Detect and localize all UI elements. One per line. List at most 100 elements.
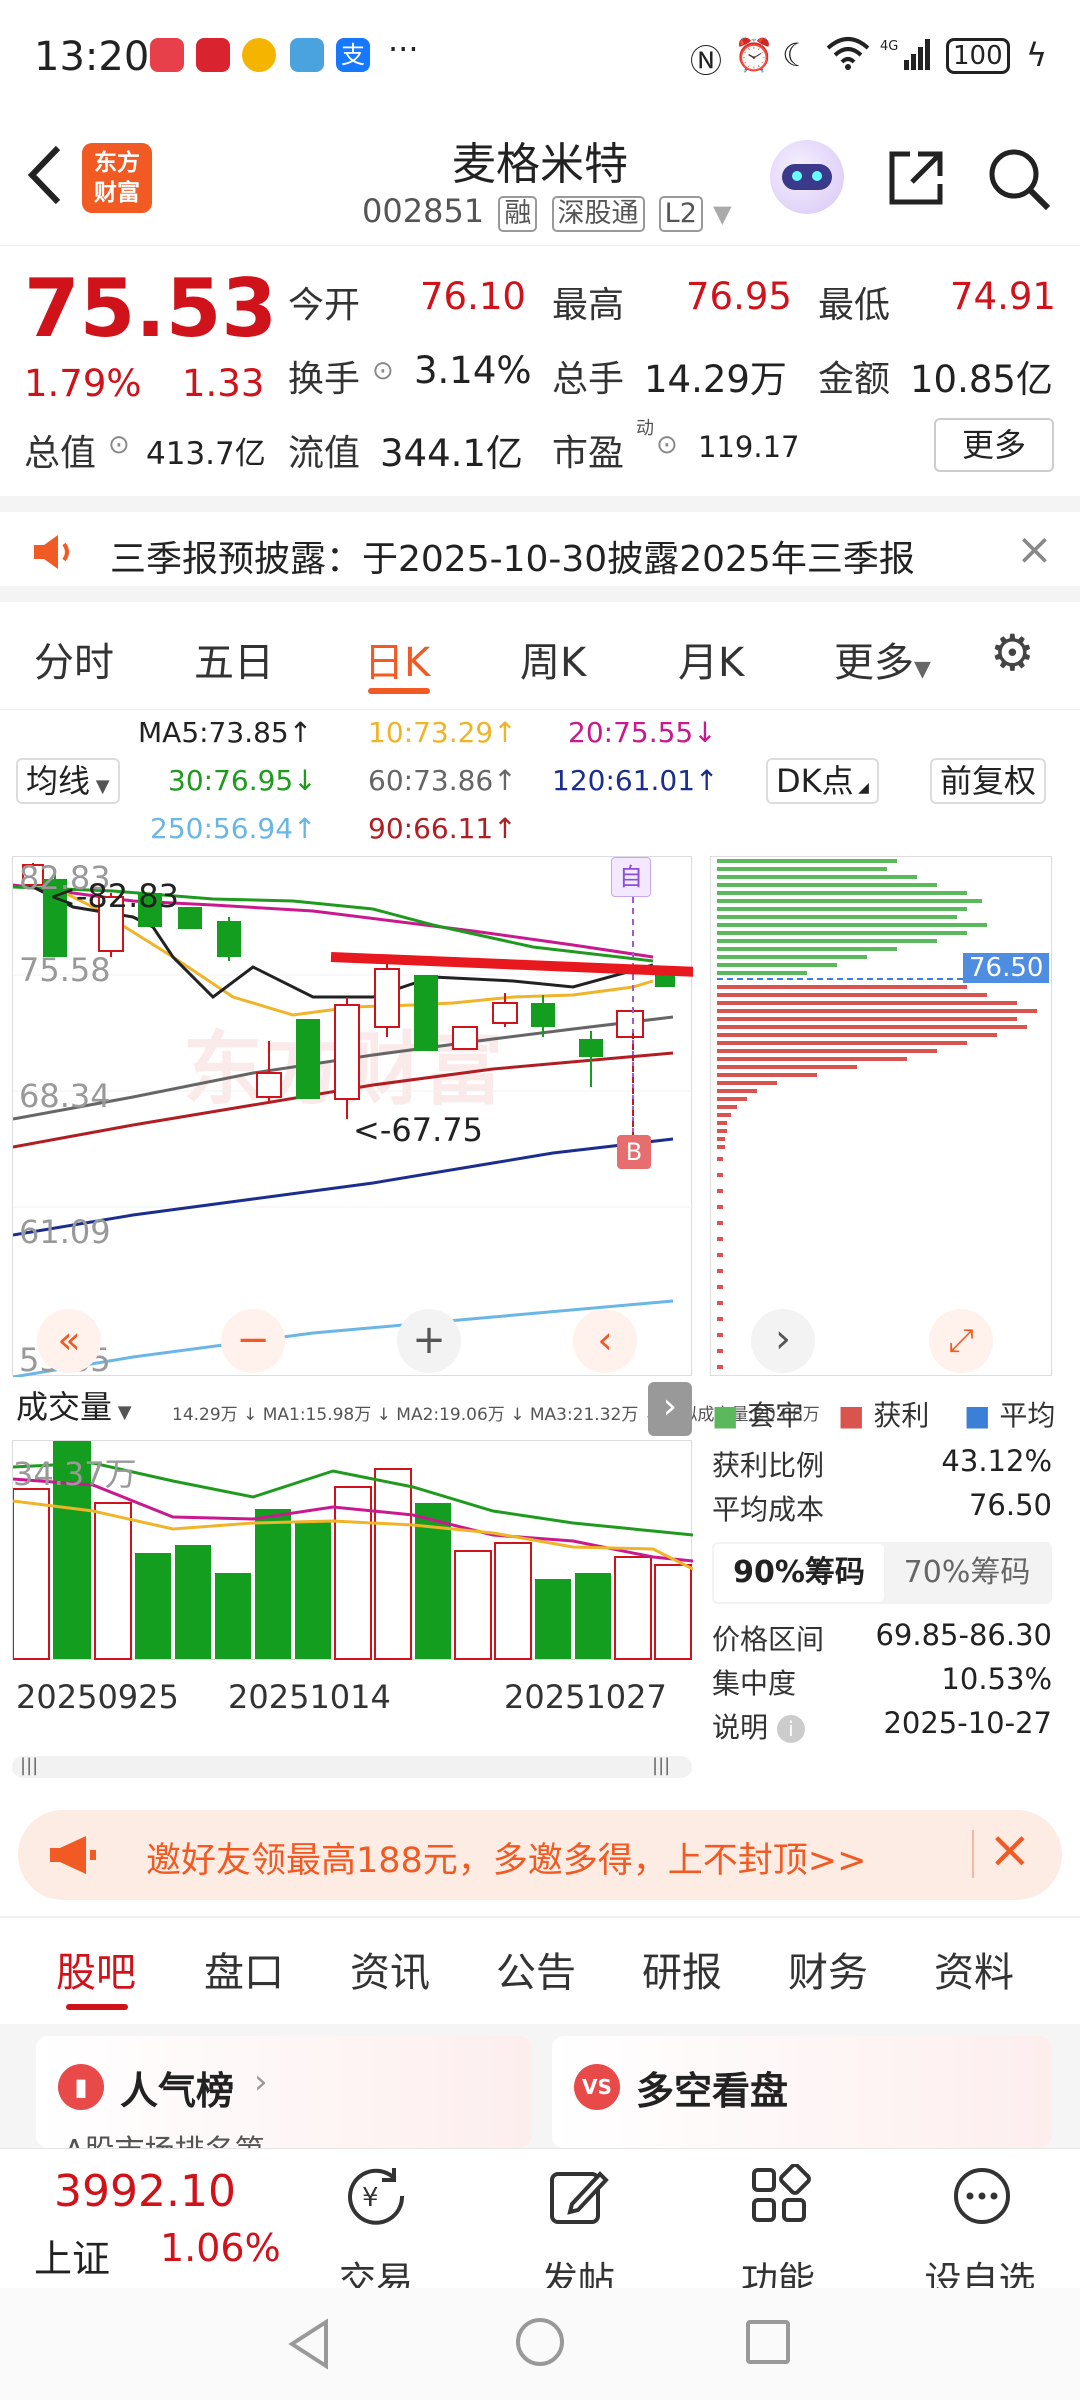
scroll-right-button[interactable]: ›: [751, 1309, 815, 1373]
chevron-down-icon: ▼: [713, 200, 732, 228]
y-tick: 61.09: [19, 1213, 111, 1251]
concentration-label: 集中度: [712, 1667, 797, 1700]
index-name[interactable]: 上证: [34, 2228, 110, 2283]
close-icon[interactable]: ×: [988, 1820, 1032, 1880]
ma10-indicator: 10:73.29↑: [368, 716, 517, 749]
scroll-left-button[interactable]: ‹: [573, 1309, 637, 1373]
more-quote-button[interactable]: 更多: [934, 418, 1054, 472]
float-cap-value: 344.1亿: [380, 432, 523, 475]
battery-icon: 100: [946, 38, 1010, 74]
high-value: 76.95: [686, 275, 792, 318]
close-icon[interactable]: ×: [1016, 524, 1053, 575]
stock-code-line[interactable]: 002851 融 深股通 L2 ▼: [362, 192, 732, 232]
system-back-icon[interactable]: [286, 2318, 334, 2374]
tab-weekly-k[interactable]: 周K: [520, 630, 586, 688]
index-value[interactable]: 3992.10: [54, 2166, 236, 2217]
robot-assistant-icon[interactable]: [770, 140, 844, 214]
y-tick: 68.34: [19, 1077, 111, 1115]
add-watchlist-icon[interactable]: [950, 2164, 1014, 2232]
tab-more[interactable]: 更多▼: [834, 630, 931, 688]
scroll-handle-left[interactable]: |||: [20, 1755, 38, 1776]
tab-news[interactable]: 资讯: [350, 1940, 430, 1998]
charging-icon: ϟ: [1026, 36, 1048, 74]
date-label: 20251014: [228, 1678, 391, 1716]
tab-daily-k[interactable]: 日K: [364, 630, 430, 688]
system-home-icon[interactable]: [516, 2318, 564, 2366]
trade-icon[interactable]: ¥: [344, 2164, 408, 2232]
chip-distribution-chart[interactable]: 76.50 › ⤢: [710, 856, 1052, 1376]
system-recents-icon[interactable]: [746, 2320, 790, 2364]
kline-chart[interactable]: 东方财富: [12, 856, 693, 1379]
svg-text:4G: 4G: [880, 39, 898, 54]
ma-select[interactable]: 均线 ▼: [16, 758, 120, 804]
note-label: 说明 i: [712, 1706, 805, 1746]
tab-chip-90[interactable]: 90%筹码: [714, 1544, 884, 1602]
stock-name: 麦格米特: [452, 139, 628, 190]
pe-value: 119.17: [698, 430, 800, 464]
tab-pankou[interactable]: 盘口: [204, 1940, 284, 1998]
share-icon[interactable]: [884, 146, 948, 214]
volume-chart[interactable]: 34.37万: [12, 1440, 693, 1660]
chart-range-scrollbar[interactable]: ||| |||: [12, 1755, 692, 1778]
zoom-in-button[interactable]: +: [397, 1309, 461, 1373]
popularity-card[interactable]: ▮ 人气榜 › A股市场排名第: [36, 2036, 532, 2148]
date-label: 20250925: [16, 1678, 179, 1716]
vs-icon: VS: [574, 2064, 620, 2110]
notice-bar[interactable]: 三季报预披露：于2025-10-30披露2025年三季报 ×: [0, 496, 1080, 602]
back-button[interactable]: [20, 140, 70, 214]
ma5-indicator: MA5:73.85↑: [138, 716, 313, 749]
notification-app-icon: [150, 38, 184, 72]
search-icon[interactable]: [986, 146, 1052, 216]
ma60-indicator: 60:73.86↑: [368, 764, 517, 797]
tab-five-day[interactable]: 五日: [194, 630, 274, 688]
clock: 13:20: [34, 34, 150, 80]
tab-finance[interactable]: 财务: [788, 1940, 868, 1998]
functions-icon[interactable]: [748, 2163, 812, 2232]
date-label: 20251027: [504, 1678, 667, 1716]
adjust-select[interactable]: 前复权: [930, 758, 1047, 804]
info-icon[interactable]: ⊙: [656, 430, 678, 460]
post-icon[interactable]: [546, 2164, 610, 2232]
amount-value: 10.85亿: [910, 358, 1053, 401]
speaker-icon: [30, 532, 76, 576]
profit-ratio-label: 获利比例: [712, 1449, 825, 1482]
card-subtitle: A股市场排名第: [64, 2126, 265, 2148]
tab-monthly-k[interactable]: 月K: [678, 630, 744, 688]
chip-range-tabs: 90%筹码 70%筹码: [712, 1542, 1052, 1604]
alipay-icon: 支: [336, 38, 370, 72]
buy-marker[interactable]: B: [617, 1135, 651, 1169]
zoom-out-button[interactable]: −: [221, 1309, 285, 1373]
tab-research[interactable]: 研报: [642, 1940, 722, 1998]
info-icon[interactable]: ⊙: [108, 430, 130, 460]
promo-text: 邀好友领最高188元，多邀多得，上不封顶>>: [146, 1841, 867, 1881]
tab-intraday[interactable]: 分时: [34, 630, 114, 688]
expand-icon[interactable]: ⤢: [929, 1309, 993, 1373]
scroll-handle-right[interactable]: |||: [652, 1755, 670, 1776]
more-notifications-icon: ···: [388, 30, 419, 68]
chevron-right-icon: ›: [254, 2062, 268, 2102]
notification-app-icon: [196, 38, 230, 72]
notice-text: 三季报预披露：于2025-10-30披露2025年三季报: [110, 539, 915, 580]
bull-bear-card[interactable]: VS 多空看盘: [552, 2036, 1052, 2148]
market-cap-label: 总值: [24, 433, 97, 474]
level2-tag: L2: [658, 196, 703, 232]
amount-label: 金额: [818, 359, 891, 400]
tab-announcements[interactable]: 公告: [496, 1940, 576, 1998]
invite-promo-banner[interactable]: 邀好友领最高188元，多邀多得，上不封顶>> ×: [18, 1810, 1062, 1900]
info-icon[interactable]: i: [776, 1715, 805, 1743]
expand-panel-button[interactable]: ›: [648, 1382, 692, 1436]
tab-chip-70[interactable]: 70%筹码: [884, 1544, 1050, 1602]
tab-guba[interactable]: 股吧: [56, 1940, 136, 1998]
volume-select[interactable]: 成交量 ▼: [12, 1386, 136, 1432]
tab-profile[interactable]: 资料: [934, 1940, 1014, 1998]
nfc-icon: Ⓝ: [690, 42, 723, 80]
card-title: 多空看盘: [636, 2069, 789, 2113]
settings-gear-icon[interactable]: ⚙: [990, 624, 1035, 682]
info-icon[interactable]: ⊙: [372, 356, 394, 386]
margin-tag: 融: [498, 196, 538, 232]
dk-point-select[interactable]: DK点 ◢: [766, 758, 879, 804]
open-label: 今开: [288, 285, 361, 326]
scroll-left-fast-button[interactable]: «: [37, 1309, 101, 1373]
index-change[interactable]: 1.06%: [160, 2226, 281, 2270]
self-marker[interactable]: 自: [611, 857, 651, 897]
